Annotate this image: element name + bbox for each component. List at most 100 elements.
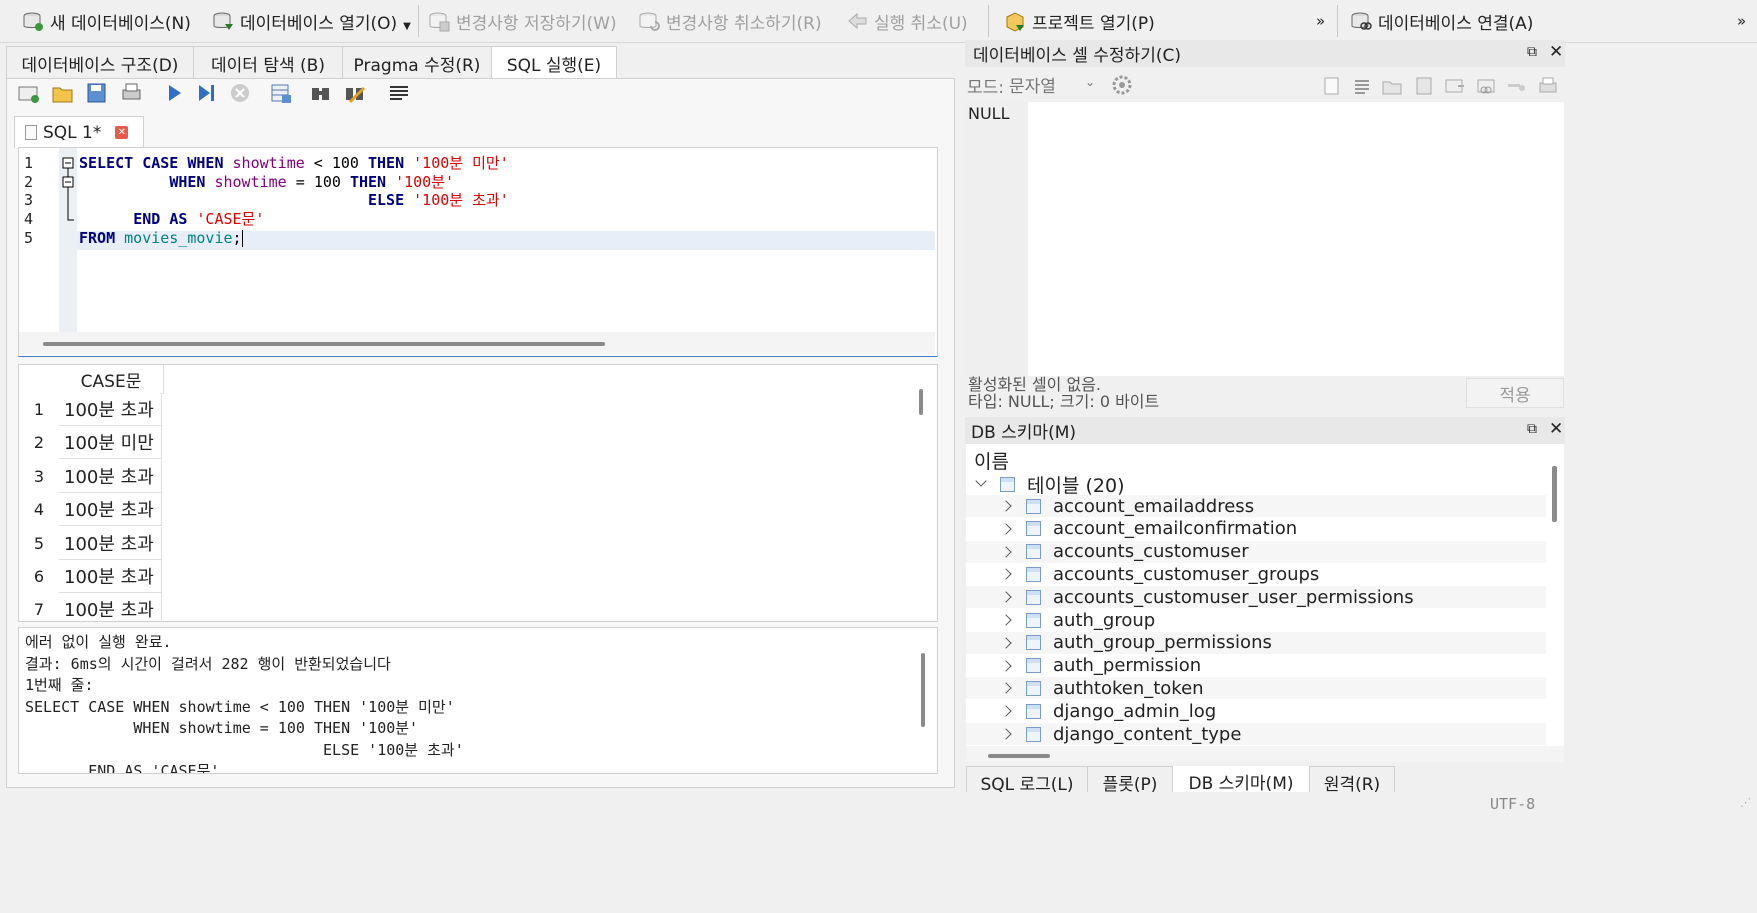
resize-grip-icon[interactable]: ⋰ [1740,796,1751,809]
schema-table-item[interactable]: auth_group_permissions [966,631,1546,654]
chevron-down-icon[interactable]: ▼ [403,21,411,32]
sql-editor-tab[interactable]: SQL 1* ✕ [14,116,144,148]
row-number[interactable]: 7 [19,593,59,621]
auto-format-icon[interactable] [1322,76,1342,96]
row-number[interactable]: 5 [19,527,59,560]
row-number[interactable]: 2 [19,426,59,459]
schema-table-item[interactable]: accounts_customuser_user_permissions [966,586,1546,609]
toggle-icon[interactable] [1506,76,1526,96]
vertical-scrollbar-thumb[interactable] [1552,466,1557,522]
save-results-icon[interactable] [270,82,291,103]
link-icon[interactable] [1476,76,1496,96]
gear-icon[interactable] [1111,74,1133,101]
new-database-button[interactable]: 새 데이터베이스(N) [22,6,191,36]
chevron-down-icon[interactable] [975,475,987,487]
execute-line-icon[interactable] [196,82,216,102]
toolbar-overflow-button[interactable]: » [1316,6,1325,36]
row-number[interactable]: 3 [19,460,59,493]
code-token: showtime [232,154,305,172]
comment-lines-icon[interactable] [388,82,408,102]
cell-editor[interactable]: NULL [966,102,1564,376]
chevron-right-icon[interactable] [1000,545,1012,558]
tab-execute-sql[interactable]: SQL 실행(E) [491,46,617,79]
chevron-right-icon[interactable] [1000,591,1012,603]
sql-code[interactable]: SELECT CASE WHEN showtime < 100 THEN '10… [79,154,929,248]
schema-table-item[interactable]: django_content_type [966,723,1546,745]
result-cell[interactable]: 100분 초과 [59,493,162,527]
import-icon[interactable] [1382,76,1402,96]
find-icon[interactable] [310,82,330,102]
chevron-right-icon[interactable] [1000,728,1012,740]
schema-table-item[interactable]: auth_permission [966,655,1546,677]
document-icon [25,125,37,140]
tab-browse-data[interactable]: 데이터 탐색 (B) [193,46,343,79]
export-icon[interactable] [1414,76,1434,96]
close-pane-icon[interactable]: ✕ [1549,42,1563,62]
result-cell[interactable]: 100분 미만 [59,426,162,460]
schema-table-item[interactable]: account_emailconfirmation [966,518,1546,540]
close-tab-icon[interactable]: ✕ [115,126,129,139]
undo-button[interactable]: 실행 취소(U) [846,6,968,36]
schema-table-item[interactable]: django_admin_log [966,700,1546,722]
open-sql-file-icon[interactable] [52,82,73,103]
stop-execution-icon[interactable] [229,82,249,102]
schema-horizontal-scrollbar[interactable] [966,746,1564,762]
schema-table-name: accounts_customuser [1053,541,1249,563]
chevron-right-icon[interactable] [1000,614,1012,626]
scrollbar-thumb[interactable] [43,342,605,346]
results-grid[interactable]: CASE문 1 100분 초과 2 100분 미만 3 100분 초과 4 100분 초과 5 1… [18,364,938,622]
open-tab-icon[interactable] [18,82,39,103]
schema-tree[interactable]: 이름 테이블 (20) account_emailaddress account_… [966,444,1564,746]
result-cell[interactable]: 100분 초과 [59,459,162,493]
execute-all-icon[interactable] [164,82,184,102]
schema-table-item[interactable]: accounts_customuser_groups [966,563,1546,585]
row-number[interactable]: 4 [19,493,59,526]
column-header-case[interactable]: CASE문 [59,365,164,394]
row-number[interactable]: 6 [19,560,59,593]
close-pane-icon[interactable]: ✕ [1549,419,1563,439]
set-null-icon[interactable] [1444,76,1464,96]
float-pane-icon[interactable]: ⧉ [1527,421,1537,437]
tab-database-structure[interactable]: 데이터베이스 구조(D) [6,46,194,79]
schema-table-item[interactable]: authtoken_token [966,677,1546,700]
chevron-right-icon[interactable] [1000,637,1012,649]
mode-select[interactable]: 문자열 ⌄ [1009,72,1105,97]
schema-table-item[interactable]: auth_group [966,609,1546,631]
chevron-right-icon[interactable] [1000,568,1012,581]
toolbar-overflow-button-2[interactable]: » [1737,6,1746,36]
chevron-right-icon[interactable] [1000,523,1012,535]
result-cell[interactable]: 100분 초과 [59,560,162,593]
find-replace-icon[interactable] [344,82,366,104]
result-cell[interactable]: 100분 초과 [59,593,162,621]
open-project-button[interactable]: 프로젝트 열기(P) [1004,6,1155,36]
scrollbar-thumb[interactable] [988,754,1050,758]
schema-table-item[interactable]: account_emailaddress [966,495,1546,517]
revert-changes-button[interactable]: 변경사항 취소하기(R) [638,6,822,36]
print-icon[interactable] [1538,76,1558,96]
horizontal-scrollbar[interactable] [19,332,935,354]
sql-editor[interactable]: 12345 SELECT CASE WHEN showtime < 100 TH… [18,147,938,357]
vertical-scrollbar-thumb[interactable] [921,653,925,727]
text-cursor [241,229,243,247]
vertical-scrollbar-thumb[interactable] [919,389,923,415]
chevron-right-icon[interactable] [1000,682,1012,695]
attach-database-button[interactable]: 데이터베이스 연결(A) [1350,6,1533,36]
save-sql-file-icon[interactable] [86,82,106,103]
write-changes-button[interactable]: 변경사항 저장하기(W) [428,6,617,36]
new-database-label: 새 데이터베이스(N) [50,13,191,34]
tables-node[interactable]: 테이블 (20) [966,472,1564,497]
chevron-right-icon[interactable] [1000,500,1012,512]
schema-table-item[interactable]: accounts_customuser [966,540,1546,563]
print-icon[interactable] [120,82,141,102]
tab-edit-pragmas[interactable]: Pragma 수정(R) [342,46,492,79]
word-wrap-icon[interactable] [1352,76,1372,96]
code-token: '100분' [395,172,455,191]
open-database-button[interactable]: 데이터베이스 열기(O) ▼ [212,6,411,36]
chevron-right-icon[interactable] [1000,659,1012,672]
apply-button[interactable]: 적용 [1466,378,1564,408]
result-cell[interactable]: 100분 초과 [59,393,162,426]
result-cell[interactable]: 100분 초과 [59,526,162,560]
float-pane-icon[interactable]: ⧉ [1527,44,1537,60]
row-number[interactable]: 1 [19,393,59,426]
chevron-right-icon[interactable] [1000,705,1012,717]
